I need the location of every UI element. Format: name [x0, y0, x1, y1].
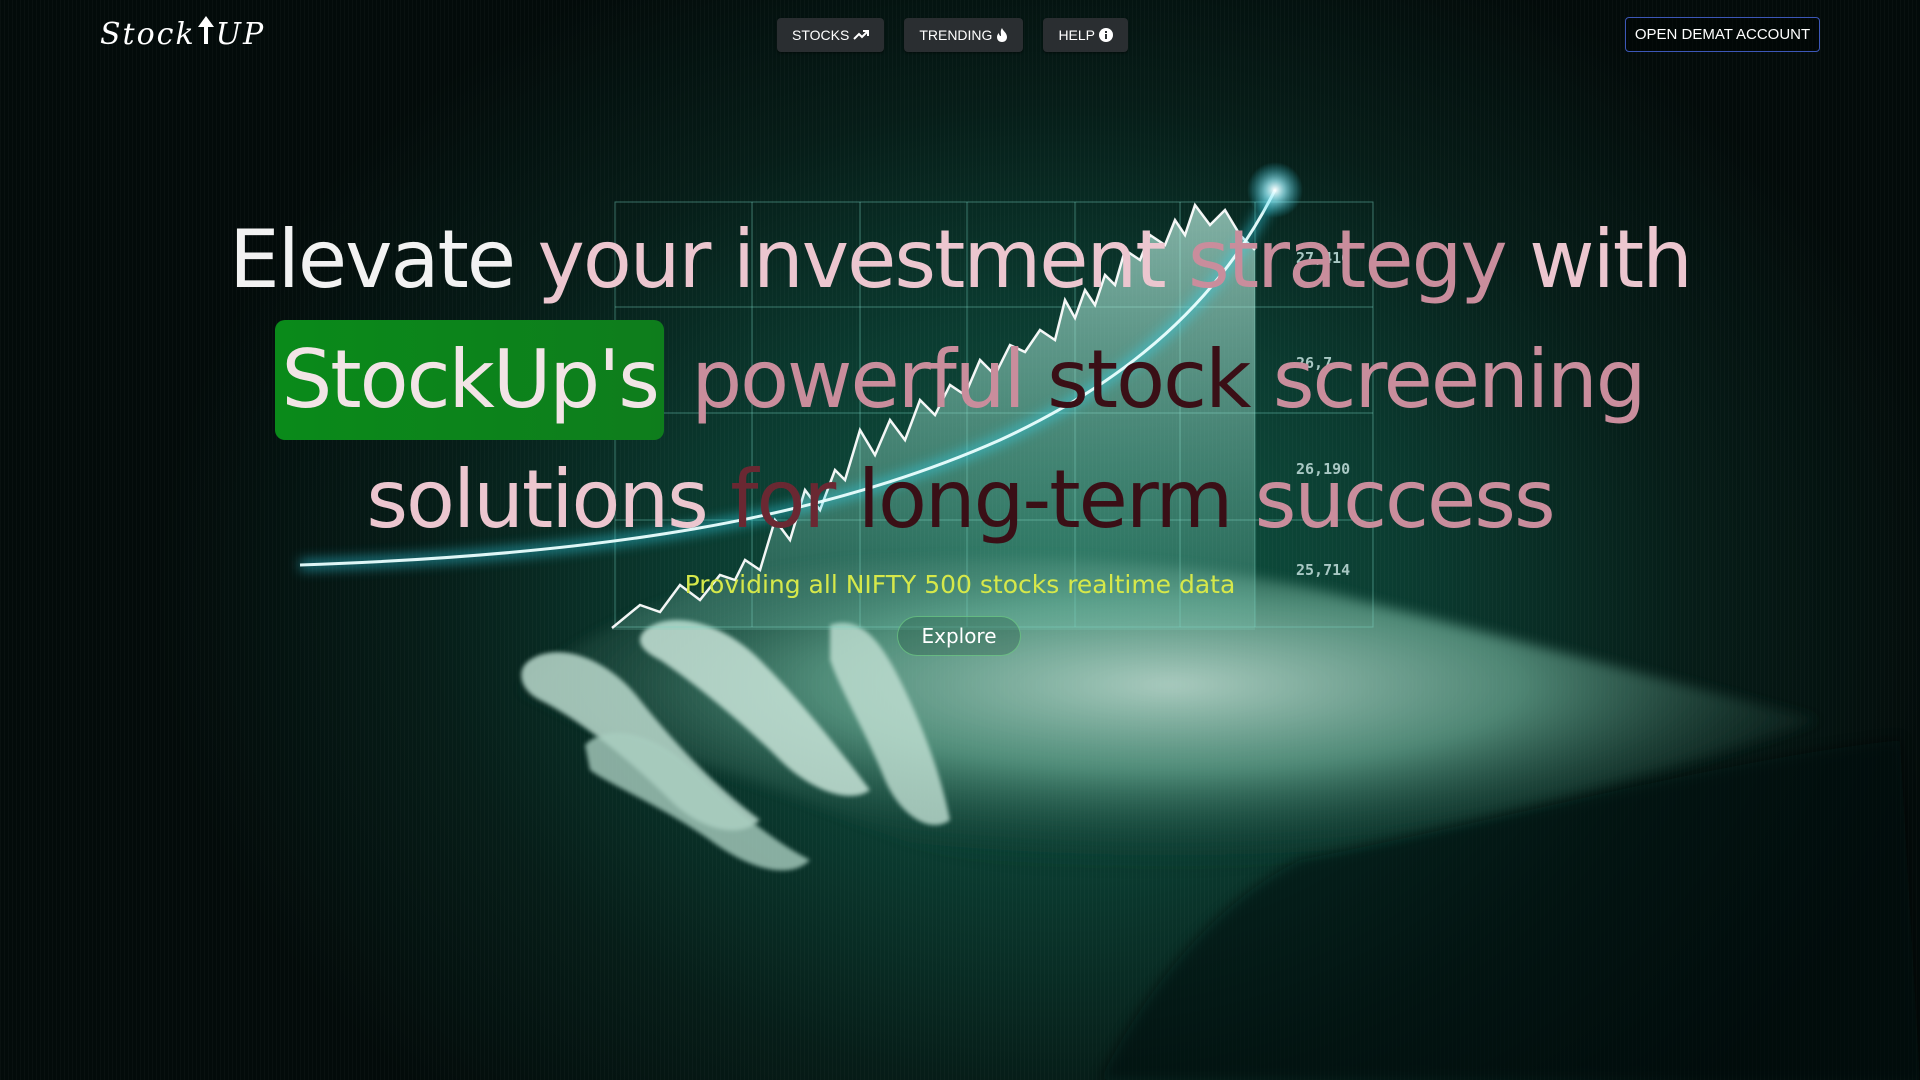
arrow-up-icon: [197, 16, 214, 52]
headline-word: powerful: [691, 333, 1025, 426]
stocks-label: STOCKS: [792, 27, 850, 43]
trending-label: TRENDING: [919, 27, 993, 43]
brand-highlight: StockUp's: [275, 320, 664, 440]
headline-word: stock: [1047, 333, 1251, 426]
headline-word: investment: [732, 213, 1167, 306]
open-demat-account-button[interactable]: OPEN DEMAT ACCOUNT: [1625, 17, 1820, 52]
help-label: HELP: [1058, 27, 1096, 43]
hand-silhouette: [520, 558, 1920, 1080]
headline-word: screening: [1272, 333, 1647, 426]
headline-word: success: [1254, 453, 1556, 546]
logo-text-right: UP: [215, 16, 266, 52]
landing-page: 27,410 26,7.. 26,190 25,714 Stock UP STO…: [0, 0, 1920, 1080]
headline-word: long-term: [857, 453, 1234, 546]
stockup-logo[interactable]: Stock UP: [100, 16, 265, 52]
help-button[interactable]: HELP: [1043, 18, 1129, 52]
hero-headline: Elevate your investment strategy with St…: [0, 200, 1920, 560]
fire-icon: [996, 28, 1008, 42]
trending-button[interactable]: TRENDING: [904, 18, 1024, 52]
headline-word: with: [1529, 213, 1693, 306]
headline-line-3: solutions for long-term success: [0, 440, 1920, 560]
stocks-button[interactable]: STOCKS: [777, 18, 885, 52]
headline-word: for: [730, 453, 836, 546]
main-menu: STOCKS TRENDING HELP: [777, 18, 1129, 52]
headline-word: solutions: [366, 453, 708, 546]
explore-button[interactable]: Explore: [897, 616, 1021, 656]
headline-word: Elevate: [229, 213, 516, 306]
navbar: Stock UP STOCKS TRENDING HELP OPEN DEMAT…: [0, 0, 1920, 70]
headline-line-2: StockUp's powerful stock screening: [0, 320, 1920, 440]
info-icon: [1099, 28, 1114, 42]
headline-line-1: Elevate your investment strategy with: [0, 200, 1920, 320]
hero-tagline: Providing all NIFTY 500 stocks realtime …: [684, 570, 1236, 599]
logo-text-left: Stock: [100, 16, 196, 52]
headline-word: your: [537, 213, 712, 306]
headline-word: strategy: [1188, 213, 1508, 306]
trending-up-icon: [853, 29, 870, 41]
